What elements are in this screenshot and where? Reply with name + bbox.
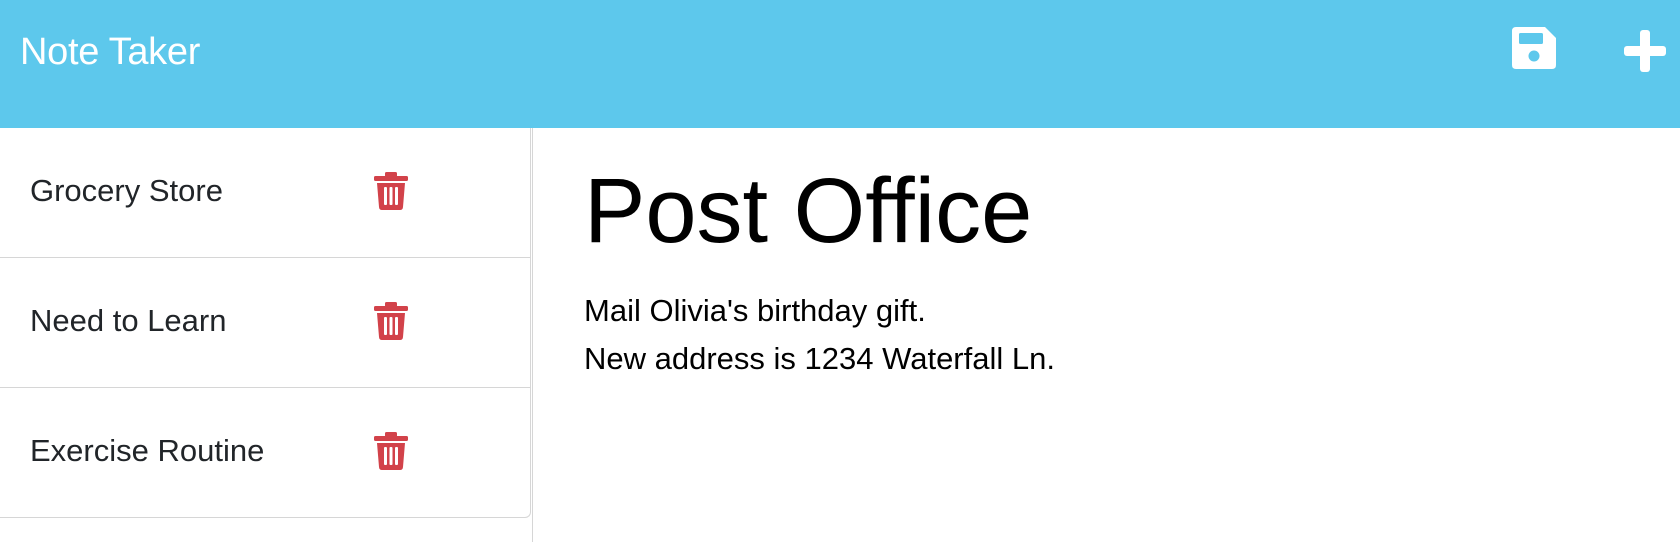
note-text-line: Mail Olivia's birthday gift. [584,293,926,328]
note-textarea[interactable]: Mail Olivia's birthday gift. New address… [584,287,1624,383]
trash-icon[interactable] [374,172,408,210]
note-editor: Post Office Mail Olivia's birthday gift.… [534,128,1680,542]
note-text-line: New address is 1234 Waterfall Ln. [584,341,1055,376]
plus-icon[interactable] [1624,30,1666,72]
app-title[interactable]: Note Taker [20,30,200,74]
note-list-title[interactable]: Grocery Store [30,172,223,210]
list-item[interactable]: Need to Learn [0,258,530,388]
save-icon[interactable] [1512,27,1556,69]
trash-icon[interactable] [374,432,408,470]
trash-icon[interactable] [374,302,408,340]
navbar: Note Taker [0,0,1680,128]
notes-sidebar: Grocery Store Need to Learn Exercise Rou… [0,128,533,542]
list-item[interactable]: Exercise Routine [0,388,530,517]
notes-list: Grocery Store Need to Learn Exercise Rou… [0,128,531,518]
note-title-input[interactable]: Post Office [584,158,1624,264]
list-item[interactable]: Grocery Store [0,128,530,258]
note-list-title[interactable]: Need to Learn [30,302,226,340]
note-list-title[interactable]: Exercise Routine [30,432,264,470]
